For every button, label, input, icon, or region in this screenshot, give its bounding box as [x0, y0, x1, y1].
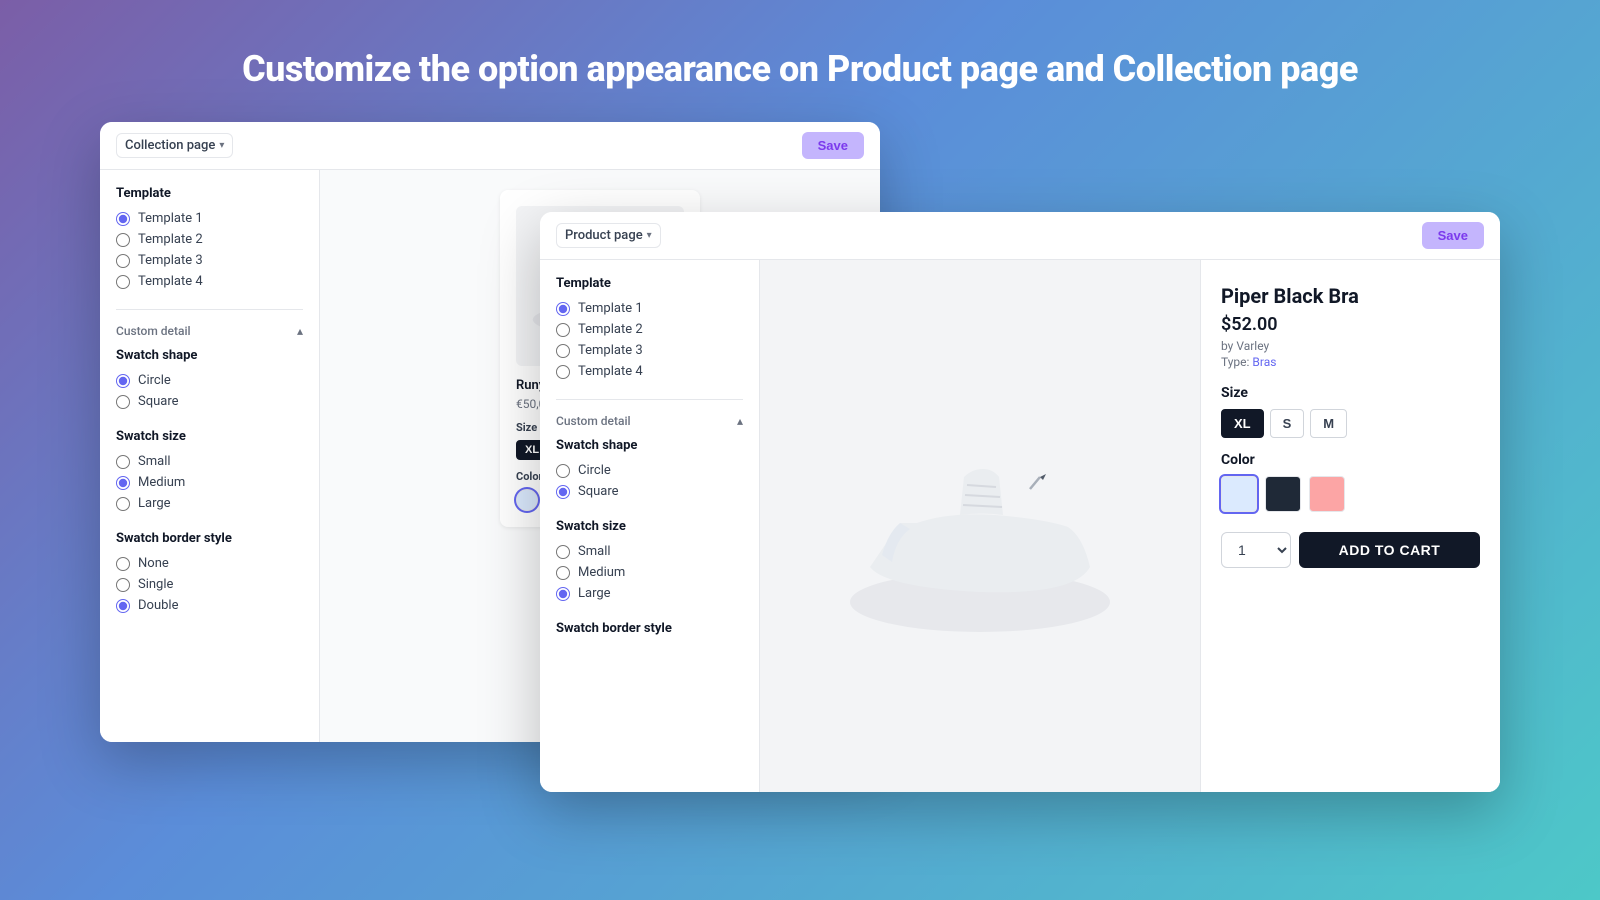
collection-swatch-shape-title: Swatch shape	[116, 348, 303, 363]
collection-page-chevron: ▾	[219, 140, 224, 151]
collection-custom-detail-divider: Custom detail ▴	[116, 309, 303, 338]
product-type-label: Type:	[1221, 355, 1249, 369]
collection-template-3[interactable]: Template 3	[116, 253, 303, 268]
collection-swatch-border-group: None Single Double	[116, 556, 303, 613]
product-shape-circle[interactable]: Circle	[556, 463, 743, 478]
product-custom-detail-chevron: ▴	[737, 414, 743, 428]
product-size-m[interactable]: M	[1310, 409, 1347, 438]
collection-page-label: Collection page	[125, 138, 215, 153]
product-swatch-shape-title: Swatch shape	[556, 438, 743, 453]
add-to-cart-button[interactable]: ADD TO CART	[1299, 532, 1480, 568]
collection-size-small[interactable]: Small	[116, 454, 303, 469]
collection-border-single[interactable]: Single	[116, 577, 303, 592]
product-swatch-shape-group: Circle Square	[556, 463, 743, 499]
product-sidebar: Template Template 1 Template 2 Template …	[540, 260, 760, 792]
product-page-selector[interactable]: Product page ▾	[556, 223, 661, 248]
product-color-swatches	[1221, 476, 1480, 512]
collection-swatch-1[interactable]	[516, 489, 538, 511]
product-save-button[interactable]: Save	[1422, 222, 1484, 249]
product-color-option-label: Color	[1221, 452, 1480, 468]
product-template-3[interactable]: Template 3	[556, 343, 743, 358]
collection-shape-circle[interactable]: Circle	[116, 373, 303, 388]
quantity-select[interactable]: 1 2 3	[1221, 532, 1291, 568]
collection-size-medium[interactable]: Medium	[116, 475, 303, 490]
collection-template-1[interactable]: Template 1	[116, 211, 303, 226]
product-window-body: Template Template 1 Template 2 Template …	[540, 260, 1500, 792]
product-template-4[interactable]: Template 4	[556, 364, 743, 379]
collection-swatch-size-title: Swatch size	[116, 429, 303, 444]
product-toolbar: Product page ▾ Save	[540, 212, 1500, 260]
collection-save-button[interactable]: Save	[802, 132, 864, 159]
product-swatch-border-title: Swatch border style	[556, 621, 743, 636]
product-custom-detail-title: Custom detail	[556, 414, 631, 428]
product-vendor: by Varley	[1221, 339, 1480, 353]
product-swatch-1[interactable]	[1221, 476, 1257, 512]
product-type: Type: Bras	[1221, 355, 1480, 369]
product-swatch-2[interactable]	[1265, 476, 1301, 512]
product-image-area	[760, 260, 1200, 792]
windows-container: Collection page ▾ Save Template Template…	[100, 122, 1500, 802]
product-template-section: Template Template 1 Template 2 Template …	[556, 276, 743, 379]
product-page-chevron: ▾	[647, 230, 652, 241]
product-preview-area: Piper Black Bra $52.00 by Varley Type: B…	[760, 260, 1500, 792]
product-name: Piper Black Bra	[1221, 284, 1480, 308]
product-page-label: Product page	[565, 228, 643, 243]
collection-template-section: Template Template 1 Template 2 Template …	[116, 186, 303, 289]
collection-border-none[interactable]: None	[116, 556, 303, 571]
collection-toolbar: Collection page ▾ Save	[100, 122, 880, 170]
page-title: Customize the option appearance on Produ…	[0, 48, 1600, 90]
collection-template-2[interactable]: Template 2	[116, 232, 303, 247]
collection-swatch-shape-group: Circle Square	[116, 373, 303, 409]
product-detail-area: Piper Black Bra $52.00 by Varley Type: B…	[1200, 260, 1500, 792]
collection-border-double[interactable]: Double	[116, 598, 303, 613]
collection-swatch-size-group: Small Medium Large	[116, 454, 303, 511]
product-swatch-border-section: Swatch border style	[556, 621, 743, 636]
product-size-small[interactable]: Small	[556, 544, 743, 559]
product-size-xl[interactable]: XL	[1221, 409, 1264, 438]
product-swatch-size-title: Swatch size	[556, 519, 743, 534]
product-size-s[interactable]: S	[1270, 409, 1305, 438]
product-swatch-shape-section: Swatch shape Circle Square	[556, 438, 743, 499]
collection-size-large[interactable]: Large	[116, 496, 303, 511]
product-shape-square[interactable]: Square	[556, 484, 743, 499]
add-to-cart-row: 1 2 3 ADD TO CART	[1221, 532, 1480, 568]
product-template-2[interactable]: Template 2	[556, 322, 743, 337]
product-template-1[interactable]: Template 1	[556, 301, 743, 316]
collection-page-selector[interactable]: Collection page ▾	[116, 133, 233, 158]
product-price: $52.00	[1221, 314, 1480, 335]
product-shoe-image	[820, 407, 1140, 647]
product-custom-detail-divider: Custom detail ▴	[556, 399, 743, 428]
product-template-title: Template	[556, 276, 743, 291]
collection-swatch-shape-section: Swatch shape Circle Square	[116, 348, 303, 409]
product-swatch-3[interactable]	[1309, 476, 1345, 512]
product-size-option-label: Size	[1221, 385, 1480, 401]
collection-swatch-border-title: Swatch border style	[116, 531, 303, 546]
product-swatch-size-group: Small Medium Large	[556, 544, 743, 601]
product-template-radio-group: Template 1 Template 2 Template 3 Templat…	[556, 301, 743, 379]
product-type-value[interactable]: Bras	[1252, 355, 1276, 369]
product-size-medium[interactable]: Medium	[556, 565, 743, 580]
collection-template-radio-group: Template 1 Template 2 Template 3 Templat…	[116, 211, 303, 289]
product-swatch-size-section: Swatch size Small Medium Large	[556, 519, 743, 601]
header: Customize the option appearance on Produ…	[0, 0, 1600, 122]
collection-sidebar: Template Template 1 Template 2 Template …	[100, 170, 320, 742]
product-size-buttons: XL S M	[1221, 409, 1480, 438]
collection-swatch-border-section: Swatch border style None Single Double	[116, 531, 303, 613]
collection-template-title: Template	[116, 186, 303, 201]
collection-custom-detail-title: Custom detail	[116, 324, 191, 338]
collection-shape-square[interactable]: Square	[116, 394, 303, 409]
product-window: Product page ▾ Save Template Template 1 …	[540, 212, 1500, 792]
product-size-large[interactable]: Large	[556, 586, 743, 601]
collection-custom-detail-chevron: ▴	[297, 324, 303, 338]
collection-swatch-size-section: Swatch size Small Medium Large	[116, 429, 303, 511]
collection-template-4[interactable]: Template 4	[116, 274, 303, 289]
